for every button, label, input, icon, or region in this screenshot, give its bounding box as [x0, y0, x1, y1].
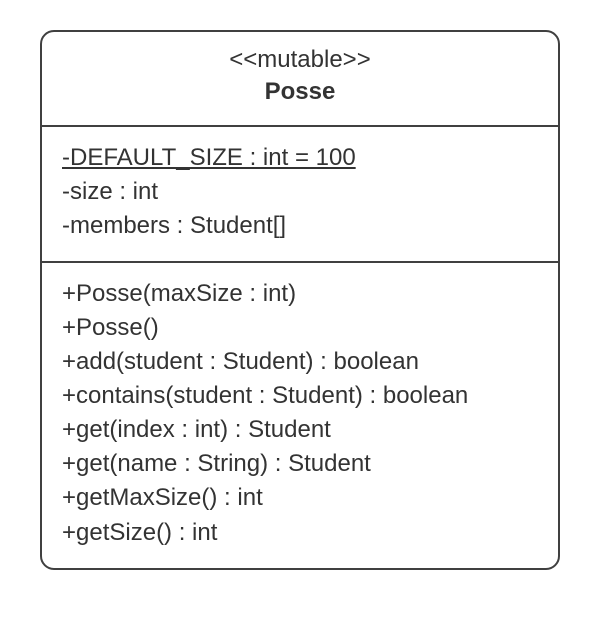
- method-row: +add(student : Student) : boolean: [62, 345, 538, 379]
- method-row: +get(name : String) : Student: [62, 447, 538, 481]
- method-row: +getMaxSize() : int: [62, 481, 538, 515]
- methods-compartment: +Posse(maxSize : int) +Posse() +add(stud…: [42, 261, 558, 568]
- attribute-row: -DEFAULT_SIZE : int = 100: [62, 141, 538, 175]
- method-row: +Posse(): [62, 311, 538, 345]
- uml-class-box: <<mutable>> Posse -DEFAULT_SIZE : int = …: [40, 30, 560, 570]
- uml-class-header: <<mutable>> Posse: [42, 32, 558, 127]
- method-row: +getSize() : int: [62, 516, 538, 550]
- class-stereotype: <<mutable>>: [62, 44, 538, 76]
- class-name: Posse: [62, 76, 538, 108]
- attribute-row: -members : Student[]: [62, 209, 538, 243]
- attributes-compartment: -DEFAULT_SIZE : int = 100 -size : int -m…: [42, 127, 558, 261]
- method-row: +get(index : int) : Student: [62, 413, 538, 447]
- attribute-row: -size : int: [62, 175, 538, 209]
- method-row: +contains(student : Student) : boolean: [62, 379, 538, 413]
- method-row: +Posse(maxSize : int): [62, 277, 538, 311]
